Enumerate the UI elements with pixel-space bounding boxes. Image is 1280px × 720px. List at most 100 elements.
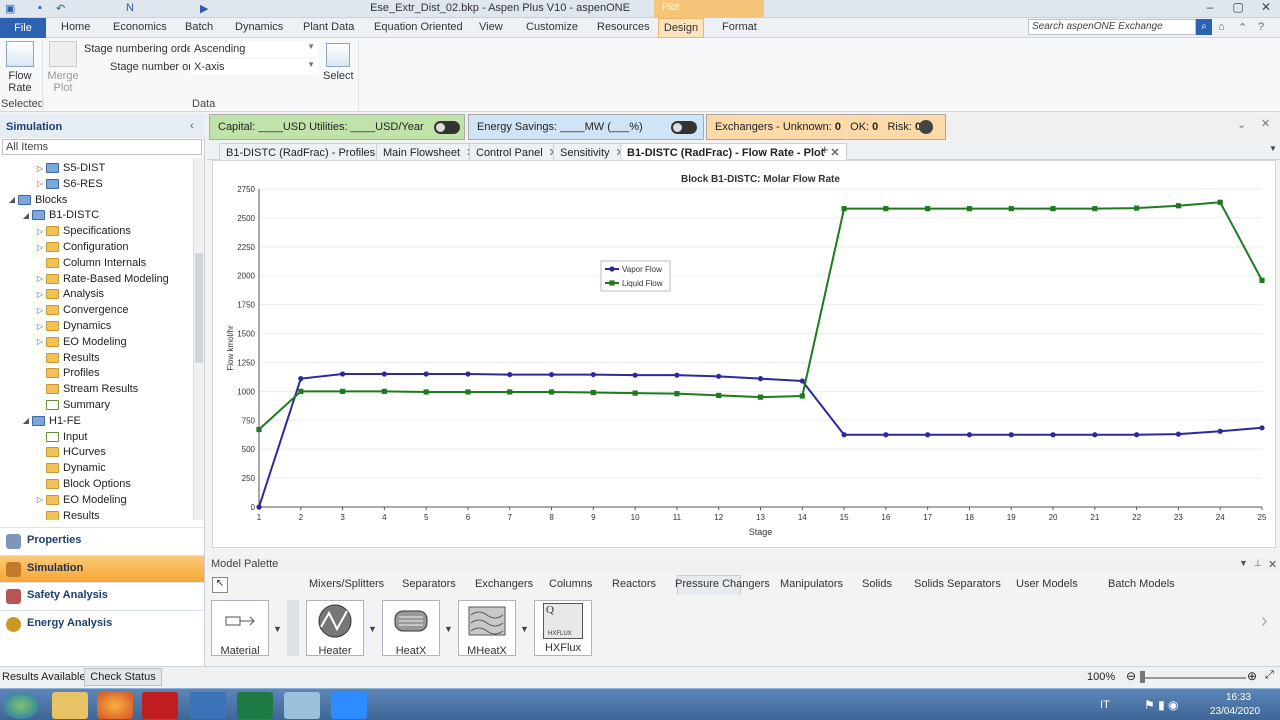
excel-icon[interactable] bbox=[237, 692, 273, 719]
palette-tab-exchangers[interactable]: Exchangers bbox=[475, 578, 533, 590]
liquid-point[interactable] bbox=[841, 206, 847, 212]
tree-item[interactable]: ▷ EO Modeling bbox=[34, 334, 127, 350]
collapse-arrow-icon[interactable]: ◢ bbox=[6, 195, 18, 204]
expand-arrow-icon[interactable]: ▷ bbox=[34, 243, 46, 252]
vapor-point[interactable] bbox=[1259, 425, 1265, 431]
series-line-vapor[interactable] bbox=[258, 373, 1263, 508]
nav-simulation-button[interactable]: Simulation bbox=[0, 555, 204, 582]
palette-tab-solids[interactable]: Solids bbox=[862, 578, 892, 590]
model-mheatx[interactable]: MHeatX bbox=[458, 600, 516, 657]
zoom-slider[interactable] bbox=[1140, 677, 1246, 679]
tree-item[interactable]: Summary bbox=[34, 397, 110, 413]
tree-item[interactable]: ▷ Analysis bbox=[34, 286, 104, 302]
chevron-down-icon[interactable]: ▼ bbox=[1239, 558, 1248, 568]
zoom-in-icon[interactable]: ⊕ bbox=[1247, 669, 1257, 683]
pin-icon[interactable]: ⊥ bbox=[1254, 558, 1262, 569]
vapor-point[interactable] bbox=[590, 371, 596, 378]
chevron-down-icon[interactable]: ▼ bbox=[444, 624, 453, 634]
collapse-icon[interactable]: ‹ bbox=[190, 120, 194, 132]
collapse-arrow-icon[interactable]: ◢ bbox=[20, 416, 32, 425]
tree-item[interactable]: Input bbox=[34, 429, 87, 445]
tab-list-icon[interactable]: ▼ bbox=[1269, 144, 1277, 153]
vapor-point[interactable] bbox=[465, 371, 471, 377]
chevron-down-icon[interactable]: ⌄ bbox=[1237, 118, 1246, 131]
vapor-point[interactable] bbox=[1050, 432, 1056, 438]
palette-tab-separators[interactable]: Separators bbox=[402, 578, 456, 590]
vapor-point[interactable] bbox=[548, 371, 555, 378]
energy-box[interactable]: Energy Savings: ____MW (___%) bbox=[468, 114, 704, 140]
search-input[interactable]: Search aspenONE Exchange bbox=[1028, 19, 1196, 35]
liquid-point[interactable] bbox=[757, 394, 764, 400]
tree-item[interactable]: ▷ Dynamics bbox=[34, 318, 111, 334]
nav-filter-select[interactable]: All Items bbox=[2, 139, 202, 155]
help-icon[interactable]: ? bbox=[1258, 21, 1264, 33]
vapor-point[interactable] bbox=[381, 371, 387, 377]
liquid-point[interactable] bbox=[256, 426, 262, 433]
model-heatx[interactable]: HeatX bbox=[382, 600, 440, 657]
aspen-icon[interactable] bbox=[190, 692, 226, 719]
chevron-down-icon[interactable]: ▼ bbox=[273, 624, 282, 634]
tree-item[interactable]: ▷ S6-RES bbox=[34, 176, 103, 192]
liquid-point[interactable] bbox=[1175, 203, 1182, 209]
tree-item[interactable]: ◢ B1-DISTC bbox=[20, 207, 99, 223]
collapse-arrow-icon[interactable]: ◢ bbox=[20, 211, 32, 220]
nav-scroll-thumb[interactable] bbox=[195, 253, 203, 363]
liquid-point[interactable] bbox=[716, 392, 722, 399]
vapor-point[interactable] bbox=[1175, 431, 1182, 437]
palette-tab-user-models[interactable]: User Models bbox=[1016, 578, 1078, 590]
tree-item[interactable]: ▷ Specifications bbox=[34, 223, 131, 239]
liquid-point[interactable] bbox=[1134, 205, 1140, 211]
vapor-point[interactable] bbox=[298, 376, 304, 382]
expand-arrow-icon[interactable]: ▷ bbox=[34, 290, 46, 299]
tree-item[interactable]: Results bbox=[34, 350, 100, 366]
nav-safety-button[interactable]: Safety Analysis bbox=[0, 582, 204, 609]
tree-item[interactable]: Block Options bbox=[34, 476, 131, 492]
expand-arrow-icon[interactable]: ▷ bbox=[34, 495, 46, 504]
close-icon[interactable]: ✕ bbox=[1261, 117, 1270, 130]
vapor-point[interactable] bbox=[632, 372, 638, 378]
flow-rate-button[interactable]: Flow Rate bbox=[5, 41, 35, 94]
liquid-point[interactable] bbox=[381, 388, 387, 394]
close-button[interactable]: ✕ bbox=[1252, 0, 1280, 18]
capital-box[interactable]: Capital: ____USD Utilities: ____USD/Year bbox=[209, 114, 465, 140]
merge-plot-button[interactable]: Merge Plot bbox=[46, 41, 80, 94]
menu-plant-data[interactable]: Plant Data bbox=[303, 21, 354, 33]
window-icon[interactable] bbox=[284, 692, 320, 719]
liquid-point[interactable] bbox=[590, 389, 596, 396]
expand-arrow-icon[interactable]: ▷ bbox=[34, 337, 46, 346]
liquid-point[interactable] bbox=[799, 393, 805, 399]
liquid-point[interactable] bbox=[632, 390, 638, 396]
flow-rate-chart[interactable]: 0250500750100012501500175020002250250027… bbox=[213, 161, 1277, 549]
close-icon[interactable]: ✕ bbox=[830, 147, 839, 159]
model-hxflux[interactable]: Q HXFLUX HXFlux bbox=[534, 600, 592, 656]
pointer-icon[interactable]: ↖ bbox=[212, 577, 228, 593]
exchangers-box[interactable]: Exchangers - Unknown: 0 OK: 0 Risk: 0 bbox=[706, 114, 946, 140]
menu-batch[interactable]: Batch bbox=[185, 21, 213, 33]
menu-resources[interactable]: Resources bbox=[597, 21, 650, 33]
nav-energy-button[interactable]: Energy Analysis bbox=[0, 610, 204, 637]
menu-view[interactable]: View bbox=[479, 21, 503, 33]
palette-tab-manipulators[interactable]: Manipulators bbox=[780, 578, 843, 590]
tree-item[interactable]: ▷ Convergence bbox=[34, 302, 129, 318]
palette-tab-solids-separators[interactable]: Solids Separators bbox=[914, 578, 1001, 590]
expand-arrow-icon[interactable]: ▷ bbox=[34, 274, 46, 283]
file-menu[interactable]: File bbox=[0, 18, 46, 38]
palette-tab-mixers[interactable]: Mixers/Splitters bbox=[309, 578, 384, 590]
menu-dynamics[interactable]: Dynamics bbox=[235, 21, 283, 33]
vapor-point[interactable] bbox=[1217, 428, 1223, 434]
tree-item[interactable]: Stream Results bbox=[34, 381, 138, 397]
zoom-slider-thumb[interactable] bbox=[1140, 671, 1145, 683]
vapor-point[interactable] bbox=[256, 504, 262, 510]
vapor-point[interactable] bbox=[757, 376, 764, 382]
tree-item[interactable]: ◢ Blocks bbox=[6, 192, 67, 208]
menu-economics[interactable]: Economics bbox=[113, 21, 167, 33]
vapor-point[interactable] bbox=[339, 371, 346, 377]
vapor-point[interactable] bbox=[1092, 432, 1098, 438]
menu-customize[interactable]: Customize bbox=[526, 21, 578, 33]
tab-flow-rate-plot[interactable]: B1-DISTC (RadFrac) - Flow Rate - Plot ✕ bbox=[620, 143, 847, 160]
liquid-point[interactable] bbox=[1092, 206, 1098, 212]
palette-tab-batch-models[interactable]: Batch Models bbox=[1108, 578, 1175, 590]
vapor-point[interactable] bbox=[966, 432, 973, 438]
check-status-button[interactable]: Check Status bbox=[84, 668, 162, 686]
stage-on-select[interactable]: X-axis ▼ bbox=[190, 59, 318, 75]
